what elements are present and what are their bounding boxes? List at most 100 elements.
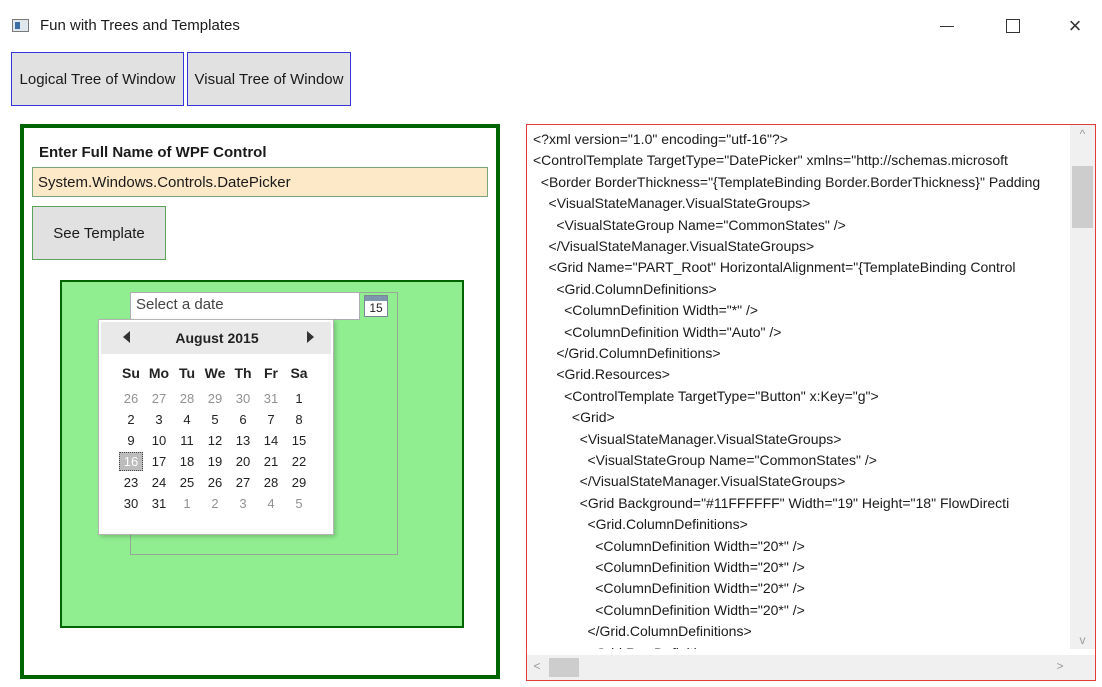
calendar-day[interactable]: 19 bbox=[203, 452, 227, 471]
xml-line: <ColumnDefinition Width="*" /> bbox=[533, 302, 759, 319]
day-header: Th bbox=[234, 365, 252, 381]
app-icon bbox=[12, 19, 29, 32]
xml-line: <ControlTemplate TargetType="DatePicker"… bbox=[533, 152, 1008, 169]
calendar-day[interactable]: 29 bbox=[287, 473, 311, 492]
xml-line: <VisualStateManager.VisualStateGroups> bbox=[533, 430, 842, 447]
maximize-button[interactable] bbox=[990, 8, 1036, 44]
calendar-day[interactable]: 8 bbox=[287, 410, 311, 429]
chevron-right-icon[interactable] bbox=[307, 331, 314, 343]
xml-text-area[interactable]: <?xml version="1.0" encoding="utf-16"?> <… bbox=[527, 125, 1070, 649]
calendar-day[interactable]: 31 bbox=[259, 389, 283, 408]
scroll-down-icon[interactable]: v bbox=[1070, 633, 1095, 647]
calendar-header: August 2015 bbox=[101, 322, 331, 354]
calendar-day[interactable]: 4 bbox=[259, 494, 283, 513]
xml-line: <VisualStateManager.VisualStateGroups> bbox=[533, 195, 811, 212]
xml-line: </VisualStateManager.VisualStateGroups> bbox=[533, 473, 846, 490]
day-header: Su bbox=[122, 365, 140, 381]
xml-line: <Grid.ColumnDefinitions> bbox=[533, 280, 717, 297]
calendar-day[interactable]: 29 bbox=[203, 389, 227, 408]
day-header: Sa bbox=[290, 365, 308, 381]
control-name-input[interactable] bbox=[32, 167, 488, 197]
month-label[interactable]: August 2015 bbox=[141, 330, 293, 346]
minimize-button[interactable] bbox=[924, 8, 970, 44]
horizontal-scrollbar[interactable]: < > bbox=[527, 655, 1070, 680]
calendar-popup: August 2015 Su Mo Tu We Th Fr Sa 26 27 28 29 30 31 1 2… bbox=[98, 319, 334, 535]
calendar-day[interactable]: 13 bbox=[231, 431, 255, 450]
calendar-day[interactable]: 12 bbox=[203, 431, 227, 450]
chevron-left-icon[interactable] bbox=[123, 331, 130, 343]
calendar-day[interactable]: 14 bbox=[259, 431, 283, 450]
calendar-day[interactable]: 17 bbox=[147, 452, 171, 471]
xml-line: <Border BorderThickness="{TemplateBindin… bbox=[533, 173, 1041, 190]
calendar-day[interactable]: 26 bbox=[203, 473, 227, 492]
xml-line: <Grid Background="#11FFFFFF" Width="19" … bbox=[533, 494, 1010, 511]
calendar-day[interactable]: 6 bbox=[231, 410, 255, 429]
xml-line: <Grid.RowDefinitions> bbox=[533, 643, 727, 649]
calendar-day[interactable]: 18 bbox=[175, 452, 199, 471]
calendar-day[interactable]: 28 bbox=[175, 389, 199, 408]
scroll-left-icon[interactable]: < bbox=[527, 659, 547, 673]
calendar-day[interactable]: 5 bbox=[203, 410, 227, 429]
calendar-day[interactable]: 5 bbox=[287, 494, 311, 513]
calendar-day[interactable]: 23 bbox=[119, 473, 143, 492]
calendar-day[interactable]: 10 bbox=[147, 431, 171, 450]
xml-line: <VisualStateGroup Name="CommonStates" /> bbox=[533, 452, 877, 468]
calendar-day[interactable]: 31 bbox=[147, 494, 171, 513]
xml-line: <ControlTemplate TargetType="Button" x:K… bbox=[533, 387, 879, 404]
calendar-day[interactable]: 27 bbox=[231, 473, 255, 492]
maximize-icon bbox=[1006, 19, 1020, 33]
xml-line: <ColumnDefinition Width="20*" /> bbox=[533, 601, 805, 618]
minimize-icon bbox=[940, 25, 954, 27]
xml-line: <ColumnDefinition Width="20*" /> bbox=[533, 559, 805, 575]
control-name-label: Enter Full Name of WPF Control bbox=[39, 144, 267, 161]
calendar-day[interactable]: 11 bbox=[175, 431, 199, 450]
calendar-day[interactable]: 9 bbox=[119, 431, 143, 450]
scroll-right-icon[interactable]: > bbox=[1050, 659, 1070, 673]
calendar-day[interactable]: 25 bbox=[175, 473, 199, 492]
close-button[interactable]: × bbox=[1052, 8, 1098, 44]
calendar-day[interactable]: 30 bbox=[119, 494, 143, 513]
calendar-day[interactable]: 2 bbox=[203, 494, 227, 513]
day-header: Mo bbox=[148, 365, 170, 381]
title-bar: Fun with Trees and Templates × bbox=[0, 0, 1102, 52]
calendar-day[interactable]: 30 bbox=[231, 389, 255, 408]
xml-line: <Grid Name="PART_Root" HorizontalAlignme… bbox=[533, 259, 1016, 276]
visual-tree-button[interactable]: Visual Tree of Window bbox=[187, 52, 351, 106]
see-template-button[interactable]: See Template bbox=[32, 206, 166, 260]
xml-line: <?xml version="1.0" encoding="utf-16"?> bbox=[533, 131, 788, 147]
calendar-day[interactable]: 1 bbox=[287, 389, 311, 408]
calendar-day[interactable]: 4 bbox=[175, 410, 199, 429]
xml-line: <ColumnDefinition Width="20*" /> bbox=[533, 580, 805, 597]
window-title: Fun with Trees and Templates bbox=[40, 17, 240, 34]
horizontal-scroll-thumb[interactable] bbox=[549, 658, 579, 677]
calendar-day[interactable]: 22 bbox=[287, 452, 311, 471]
calendar-day[interactable]: 28 bbox=[259, 473, 283, 492]
calendar-day[interactable]: 20 bbox=[231, 452, 255, 471]
calendar-day[interactable]: 21 bbox=[259, 452, 283, 471]
xml-line: <ColumnDefinition Width="Auto" /> bbox=[533, 323, 782, 340]
calendar-day[interactable]: 26 bbox=[119, 389, 143, 408]
close-icon: × bbox=[1068, 13, 1082, 38]
scroll-up-icon[interactable]: ^ bbox=[1070, 127, 1095, 141]
template-xml-view: <?xml version="1.0" encoding="utf-16"?> <… bbox=[526, 124, 1096, 681]
calendar-day[interactable]: 3 bbox=[147, 410, 171, 429]
calendar-day[interactable]: 7 bbox=[259, 410, 283, 429]
datepicker-input[interactable]: Select a date bbox=[130, 292, 360, 320]
calendar-day[interactable]: 15 bbox=[287, 431, 311, 450]
calendar-day[interactable]: 16 bbox=[119, 452, 143, 471]
calendar-button[interactable]: 15 bbox=[364, 295, 388, 317]
scrollbar-corner bbox=[1070, 655, 1095, 680]
calendar-day[interactable]: 24 bbox=[147, 473, 171, 492]
calendar-day[interactable]: 3 bbox=[231, 494, 255, 513]
xml-line: <VisualStateGroup Name="CommonStates" /> bbox=[533, 216, 846, 233]
calendar-day[interactable]: 2 bbox=[119, 410, 143, 429]
xml-line: </Grid.ColumnDefinitions> bbox=[533, 345, 721, 361]
day-header: Fr bbox=[264, 365, 278, 381]
day-header: We bbox=[204, 365, 226, 381]
logical-tree-button[interactable]: Logical Tree of Window bbox=[11, 52, 184, 106]
calendar-day[interactable]: 1 bbox=[175, 494, 199, 513]
vertical-scrollbar[interactable]: ^ v bbox=[1070, 125, 1095, 649]
vertical-scroll-thumb[interactable] bbox=[1072, 166, 1093, 228]
calendar-day[interactable]: 27 bbox=[147, 389, 171, 408]
xml-line: </Grid.ColumnDefinitions> bbox=[533, 623, 752, 640]
